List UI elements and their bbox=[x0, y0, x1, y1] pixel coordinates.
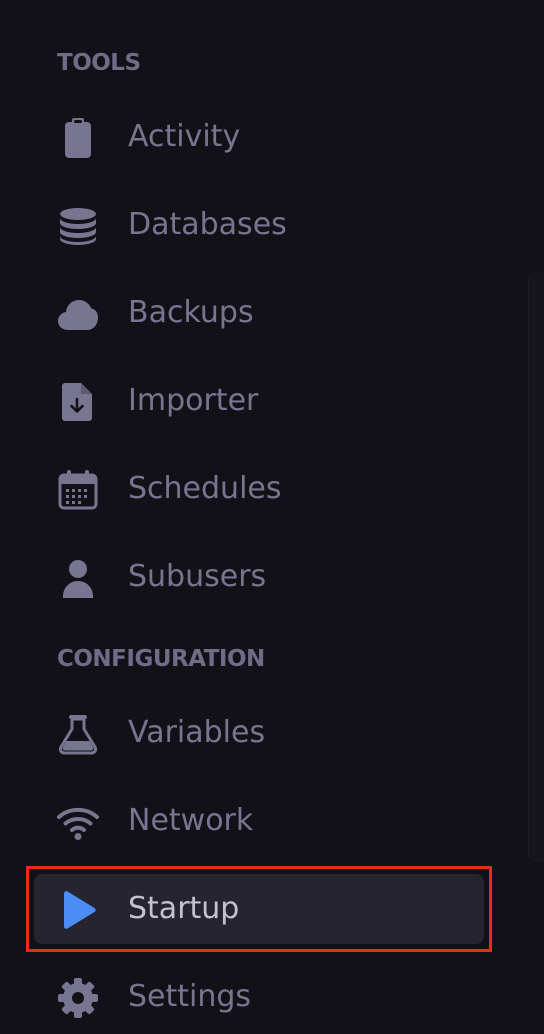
sidebar-item-settings[interactable]: Settings bbox=[34, 962, 484, 1032]
sidebar-item-importer[interactable]: Importer bbox=[34, 366, 484, 436]
cloud-icon bbox=[56, 292, 100, 336]
sidebar-nav: TOOLS Activity Databases Backups Importe… bbox=[0, 0, 544, 1034]
section-heading-configuration: CONFIGURATION bbox=[57, 646, 265, 672]
database-icon bbox=[56, 204, 100, 248]
play-icon bbox=[56, 888, 100, 932]
gear-icon bbox=[56, 976, 100, 1020]
sidebar-item-label: Settings bbox=[128, 979, 252, 1014]
sidebar-item-label: Subusers bbox=[128, 559, 267, 594]
sidebar-item-network[interactable]: Network bbox=[34, 786, 484, 856]
section-heading-tools: TOOLS bbox=[57, 50, 141, 76]
sidebar-item-startup[interactable]: Startup bbox=[34, 874, 484, 944]
sidebar-item-activity[interactable]: Activity bbox=[34, 102, 484, 172]
sidebar-item-label: Network bbox=[128, 803, 254, 838]
sidebar-item-label: Variables bbox=[128, 715, 266, 750]
user-icon bbox=[56, 556, 100, 600]
sidebar-item-schedules[interactable]: Schedules bbox=[34, 454, 484, 524]
sidebar-item-backups[interactable]: Backups bbox=[34, 278, 484, 348]
sidebar-item-label: Startup bbox=[128, 891, 240, 926]
wifi-icon bbox=[56, 800, 100, 844]
file-import-icon bbox=[56, 380, 100, 424]
sidebar-item-variables[interactable]: Variables bbox=[34, 698, 484, 768]
sidebar-item-label: Backups bbox=[128, 295, 254, 330]
sidebar-item-label: Databases bbox=[128, 207, 287, 242]
sidebar-item-label: Schedules bbox=[128, 471, 282, 506]
flask-icon bbox=[56, 712, 100, 756]
clipboard-icon bbox=[56, 116, 100, 160]
sidebar-item-subusers[interactable]: Subusers bbox=[34, 542, 484, 612]
scrollbar-track[interactable] bbox=[528, 272, 544, 862]
sidebar-item-label: Importer bbox=[128, 383, 259, 418]
calendar-icon bbox=[56, 468, 100, 512]
sidebar-item-databases[interactable]: Databases bbox=[34, 190, 484, 260]
sidebar-item-label: Activity bbox=[128, 119, 241, 154]
